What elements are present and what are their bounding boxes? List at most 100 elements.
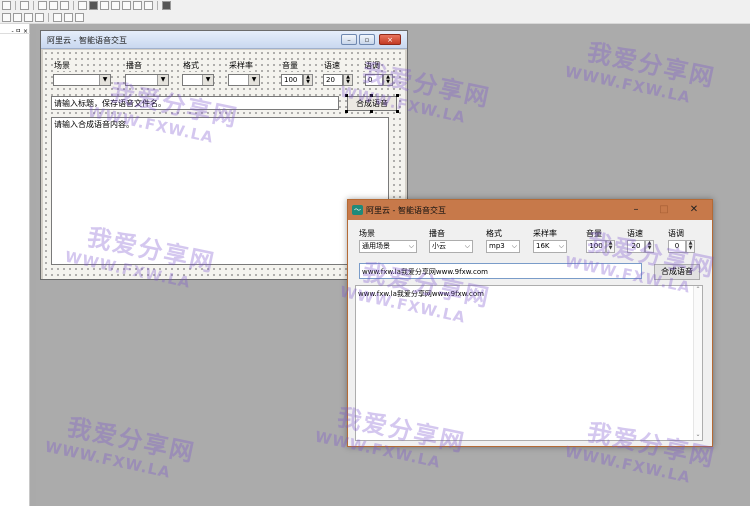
step-icon[interactable]: [144, 1, 153, 10]
synthesize-button[interactable]: 合成语音: [347, 96, 397, 111]
left-panel: - ㅁ ×: [0, 24, 30, 506]
app-window[interactable]: 〜 阿里云 - 智能语音交互 – □ ✕ 场景 播音 格式 采样率 音量 语速 …: [347, 199, 713, 447]
pitch-label: 语调: [668, 229, 684, 238]
minimize-icon[interactable]: –: [341, 34, 357, 45]
sample-rate-select[interactable]: ▼: [228, 74, 260, 86]
app-titlebar: 〜 阿里云 - 智能语音交互 – □ ✕: [348, 200, 712, 220]
format-select[interactable]: mp3 ⌵: [486, 240, 520, 253]
chevron-down-icon: ⌵: [511, 242, 517, 250]
format-label: 格式: [182, 60, 200, 71]
align-icon[interactable]: [64, 13, 73, 22]
selection-handle[interactable]: [345, 110, 348, 113]
title-input[interactable]: www.fxw.la我爱分享网www.9fxw.com: [359, 263, 642, 279]
chevron-down-icon: ▼: [202, 75, 213, 85]
scene-label: 场景: [359, 229, 375, 238]
window-icon[interactable]: [49, 1, 58, 10]
sample-rate-select-value: 16K: [536, 242, 550, 250]
volume-label: 音量: [586, 229, 602, 238]
window-icon[interactable]: [60, 1, 69, 10]
pitch-spinner[interactable]: ▲ ▼: [686, 240, 695, 253]
format-select[interactable]: ▼: [182, 74, 214, 86]
pitch-input[interactable]: 0: [365, 74, 383, 86]
chevron-down-icon: ⌵: [464, 242, 470, 250]
window-icon[interactable]: [38, 1, 47, 10]
selection-handle[interactable]: [396, 94, 399, 97]
pitch-input[interactable]: 0: [668, 240, 686, 253]
play-icon[interactable]: [78, 1, 87, 10]
scene-select-value: 通用场景: [362, 242, 390, 250]
scene-select[interactable]: ▼: [53, 74, 111, 86]
chevron-down-icon: ▼: [248, 75, 259, 85]
toolbar-separator: [33, 1, 34, 10]
title-input[interactable]: 请输入标题，保存语音文件名。: [51, 96, 339, 110]
toolbar-separator: [48, 13, 49, 22]
stop-icon[interactable]: [89, 1, 98, 10]
speed-spinner[interactable]: ▲ ▼: [645, 240, 654, 253]
step-icon[interactable]: [133, 1, 142, 10]
chevron-down-icon: ▼: [157, 75, 168, 85]
step-icon[interactable]: [122, 1, 131, 10]
grid-icon[interactable]: [75, 13, 84, 22]
pitch-label: 语调: [363, 60, 381, 71]
scroll-down-icon[interactable]: ⌄: [694, 431, 702, 438]
volume-spinner[interactable]: ▲ ▼: [606, 240, 615, 253]
speed-label: 语速: [323, 60, 341, 71]
voice-select[interactable]: ▼: [125, 74, 169, 86]
content-textarea[interactable]: www.fxw.la我爱分享网www.9fxw.com: [355, 285, 703, 441]
align-icon[interactable]: [53, 13, 62, 22]
volume-input[interactable]: 100: [281, 74, 303, 86]
align-icon[interactable]: [13, 13, 22, 22]
sample-rate-label: 采样率: [228, 60, 254, 71]
sample-rate-label: 采样率: [533, 229, 557, 238]
app-logo-icon: 〜: [352, 205, 363, 215]
search-icon[interactable]: [20, 1, 29, 10]
align-icon[interactable]: [35, 13, 44, 22]
selection-handle[interactable]: [370, 110, 373, 113]
chevron-down-icon: ⌵: [558, 242, 564, 250]
speed-label: 语速: [627, 229, 643, 238]
voice-select[interactable]: 小云 ⌵: [429, 240, 473, 253]
scrollbar[interactable]: ⌃ ⌄: [693, 286, 702, 440]
speed-input[interactable]: 20: [323, 74, 343, 86]
synthesize-button[interactable]: 合成语音: [654, 264, 700, 280]
pitch-spinner[interactable]: ▲ ▼: [383, 74, 393, 86]
designer-title: 阿里云 - 智能语音交互: [47, 36, 127, 45]
ide-toolbar-row-2: [0, 12, 84, 23]
minimize-icon[interactable]: –: [628, 203, 644, 217]
step-icon[interactable]: [111, 1, 120, 10]
volume-input[interactable]: 100: [586, 240, 606, 253]
toolbar-button[interactable]: [2, 1, 11, 10]
scene-label: 场景: [53, 60, 71, 71]
align-icon[interactable]: [2, 13, 11, 22]
align-icon[interactable]: [24, 13, 33, 22]
chevron-down-icon: ▼: [99, 75, 110, 85]
close-icon[interactable]: ×: [379, 34, 401, 45]
content-textarea[interactable]: 请输入合成语音内容。: [51, 117, 389, 265]
ide-toolbar: [0, 0, 750, 24]
close-icon[interactable]: ✕: [686, 203, 702, 217]
scene-select[interactable]: 通用场景 ⌵: [359, 240, 417, 253]
toolbar-separator: [157, 1, 158, 10]
voice-select-value: 小云: [432, 242, 446, 250]
selection-handle[interactable]: [370, 94, 373, 97]
volume-label: 音量: [281, 60, 299, 71]
maximize-icon[interactable]: ▫: [359, 34, 375, 45]
selection-handle[interactable]: [396, 110, 399, 113]
volume-spinner[interactable]: ▲ ▼: [303, 74, 313, 86]
voice-label: 播音: [429, 229, 445, 238]
toolbar-separator: [15, 1, 16, 10]
speed-input[interactable]: 20: [627, 240, 645, 253]
selection-handle[interactable]: [345, 94, 348, 97]
designer-titlebar: 阿里云 - 智能语音交互 – ▫ ×: [41, 31, 407, 49]
maximize-icon[interactable]: □: [656, 203, 672, 217]
step-icon[interactable]: [100, 1, 109, 10]
speed-spinner[interactable]: ▲ ▼: [343, 74, 353, 86]
app-title: 阿里云 - 智能语音交互: [366, 206, 446, 215]
panel-header[interactable]: - ㅁ ×: [0, 26, 30, 35]
scroll-up-icon[interactable]: ⌃: [694, 286, 702, 293]
binoculars-icon[interactable]: [162, 1, 171, 10]
sample-rate-select[interactable]: 16K ⌵: [533, 240, 567, 253]
chevron-down-icon: ⌵: [408, 242, 414, 250]
format-label: 格式: [486, 229, 502, 238]
toolbar-separator: [73, 1, 74, 10]
